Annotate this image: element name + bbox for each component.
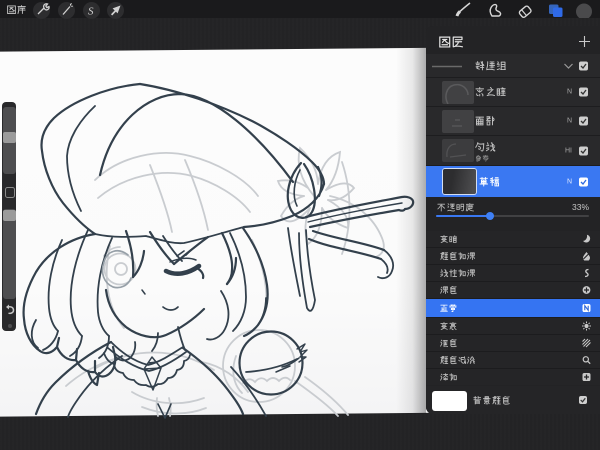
svg-text:S: S xyxy=(88,6,94,18)
